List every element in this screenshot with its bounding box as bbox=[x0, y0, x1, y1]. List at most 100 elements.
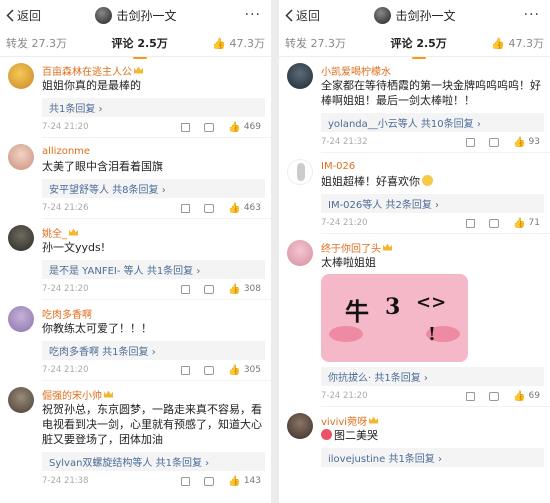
username[interactable]: 百亩森林在逃主人公 bbox=[42, 63, 265, 78]
reply-summary[interactable]: Sylvan双螺旋结构等人 共1条回复 › bbox=[42, 452, 265, 471]
username[interactable]: IM-026 bbox=[321, 159, 544, 173]
share-icon[interactable] bbox=[466, 218, 476, 228]
comment-icon[interactable] bbox=[204, 203, 215, 213]
comment-item: 姚全_ 孙一文yyds! 是不是 YANFEI- 等人 共1条回复 › 7-24… bbox=[0, 219, 271, 299]
crown-icon bbox=[69, 228, 78, 236]
like-icon[interactable]: 👍 bbox=[513, 137, 525, 148]
timestamp: 7-24 21:20 bbox=[321, 391, 368, 401]
avatar[interactable] bbox=[8, 144, 34, 170]
tab-likes-count: 47.3万 bbox=[508, 37, 545, 50]
reply-summary[interactable]: 共1条回复 › bbox=[42, 98, 265, 117]
nav-bar: 返回 击剑孙一文 ··· bbox=[0, 0, 271, 30]
back-button[interactable]: 返回 bbox=[6, 7, 41, 24]
timestamp: 7-24 21:20 bbox=[321, 218, 368, 228]
username[interactable]: 终于你回了头 bbox=[321, 240, 544, 255]
avatar[interactable] bbox=[8, 225, 34, 251]
comment-text: 图二美哭 bbox=[321, 428, 544, 443]
share-icon[interactable] bbox=[181, 476, 191, 486]
like-count: 69 bbox=[528, 391, 540, 401]
comment-icon[interactable] bbox=[489, 137, 500, 147]
comment-icon[interactable] bbox=[204, 284, 215, 294]
crown-icon bbox=[369, 416, 379, 424]
reply-summary[interactable]: ilovejustine 共1条回复 › bbox=[321, 448, 544, 467]
reply-summary[interactable]: 安平望舒等人 共8条回复 › bbox=[42, 179, 265, 198]
comment-icon[interactable] bbox=[204, 365, 215, 375]
comment-meta: 7-24 21:26 👍 463 bbox=[42, 198, 265, 218]
share-icon[interactable] bbox=[181, 122, 191, 132]
reply-summary[interactable]: 吃肉多香啊 共1条回复 › bbox=[42, 341, 265, 360]
like-icon[interactable]: 👍 bbox=[513, 218, 525, 229]
tab-repost[interactable]: 转发 27.3万 bbox=[6, 35, 67, 51]
crown-icon bbox=[383, 243, 392, 251]
comment-icon[interactable] bbox=[489, 391, 500, 401]
like-icon[interactable]: 👍 bbox=[513, 391, 525, 402]
comment-item: 百亩森林在逃主人公 姐姐你真的是最棒的 共1条回复 › 7-24 21:20 👍… bbox=[0, 57, 271, 137]
tab-comments[interactable]: 评论 2.5万 bbox=[111, 35, 167, 51]
smile-emoji-icon bbox=[422, 175, 433, 186]
avatar[interactable] bbox=[287, 159, 313, 185]
timestamp: 7-24 21:20 bbox=[42, 365, 89, 375]
comment-meta: 7-24 21:20 👍 69 bbox=[321, 386, 544, 406]
reply-summary[interactable]: 是不是 YANFEI- 等人 共1条回复 › bbox=[42, 260, 265, 279]
username[interactable]: 姚全_ bbox=[42, 225, 265, 240]
tab-repost[interactable]: 转发 27.3万 bbox=[285, 35, 346, 51]
like-icon[interactable]: 👍 bbox=[228, 122, 240, 133]
like-icon[interactable]: 👍 bbox=[228, 203, 240, 214]
comment-text: 孙一文yyds! bbox=[42, 241, 106, 254]
like-icon[interactable]: 👍 bbox=[228, 476, 240, 487]
comment-icon[interactable] bbox=[204, 476, 215, 486]
comment-meta: 7-24 21:20 👍 469 bbox=[42, 117, 265, 137]
like-icon[interactable]: 👍 bbox=[228, 365, 240, 376]
comment-meta: 7-24 21:20 👍 308 bbox=[42, 279, 265, 299]
username[interactable]: 倔强的宋小帅 bbox=[42, 387, 265, 402]
author-avatar[interactable] bbox=[94, 6, 112, 24]
avatar[interactable] bbox=[8, 63, 34, 89]
avatar[interactable] bbox=[8, 387, 34, 413]
share-icon[interactable] bbox=[181, 203, 191, 213]
comment-text: 姐姐超棒！好喜欢你 bbox=[321, 174, 544, 189]
avatar[interactable] bbox=[287, 240, 313, 266]
nav-bar: 返回 击剑孙一文 ··· bbox=[279, 0, 550, 30]
comment-item: allizonme 太美了眼中含泪看着国旗 安平望舒等人 共8条回复 › 7-2… bbox=[0, 138, 271, 218]
thumbs-up-icon: 👍 bbox=[212, 37, 226, 50]
avatar[interactable] bbox=[287, 413, 313, 439]
comment-item: IM-026 姐姐超棒！好喜欢你 IM-026等人 共2条回复 › 7-24 2… bbox=[279, 153, 550, 233]
reply-summary[interactable]: yolanda__小云等人 共10条回复 › bbox=[321, 113, 544, 132]
comment-icon[interactable] bbox=[489, 218, 500, 228]
timestamp: 7-24 21:26 bbox=[42, 203, 89, 213]
share-icon[interactable] bbox=[466, 137, 476, 147]
timestamp: 7-24 21:38 bbox=[42, 476, 89, 486]
more-icon[interactable]: ··· bbox=[245, 7, 261, 23]
back-button[interactable]: 返回 bbox=[285, 7, 320, 24]
reply-summary[interactable]: 你抗拔么· 共1条回复 › bbox=[321, 367, 544, 386]
comment-icon[interactable] bbox=[204, 122, 215, 132]
tab-comments[interactable]: 评论 2.5万 bbox=[390, 35, 446, 51]
comment-item: 吃肉多香啊 你教练太可爱了！！！ 吃肉多香啊 共1条回复 › 7-24 21:2… bbox=[0, 300, 271, 380]
avatar[interactable] bbox=[287, 63, 313, 89]
share-icon[interactable] bbox=[181, 284, 191, 294]
comment-meta: 7-24 21:38 👍 143 bbox=[42, 471, 265, 491]
page-title: 击剑孙一文 bbox=[373, 6, 456, 24]
more-icon[interactable]: ··· bbox=[524, 7, 540, 23]
sticker-image[interactable]: 牛 3 <> ! bbox=[321, 274, 468, 362]
back-label: 返回 bbox=[296, 8, 321, 23]
comment-text: 你教练太可爱了！！！ bbox=[42, 322, 152, 335]
username[interactable]: allizonme bbox=[42, 144, 265, 158]
avatar[interactable] bbox=[8, 306, 34, 332]
author-avatar[interactable] bbox=[373, 6, 391, 24]
comment-text: 祝贺孙总，东京圆梦，一路走来真不容易，看电视看到决一剑，心里就有预感了，知道大心… bbox=[42, 403, 262, 446]
like-icon[interactable]: 👍 bbox=[228, 284, 240, 295]
sticker-glyph: 3 bbox=[385, 294, 401, 320]
username[interactable]: 小凯爱喝柠檬水 bbox=[321, 63, 544, 78]
comment-list: 小凯爱喝柠檬水 全家都在等待栖霞的第一块金牌呜呜呜呜！好棒啊姐姐！最后一剑太棒啦… bbox=[279, 57, 550, 467]
username[interactable]: vivivi菀呀 bbox=[321, 413, 544, 428]
crown-icon bbox=[134, 66, 143, 74]
tab-likes[interactable]: 👍 47.3万 bbox=[491, 35, 544, 51]
comment-text: 姐姐你真的是最棒的 bbox=[42, 79, 141, 92]
reply-summary[interactable]: IM-026等人 共2条回复 › bbox=[321, 194, 544, 213]
share-icon[interactable] bbox=[181, 365, 191, 375]
like-count: 93 bbox=[528, 137, 540, 147]
tab-likes[interactable]: 👍 47.3万 bbox=[212, 35, 265, 51]
username[interactable]: 吃肉多香啊 bbox=[42, 306, 265, 321]
share-icon[interactable] bbox=[466, 391, 476, 401]
